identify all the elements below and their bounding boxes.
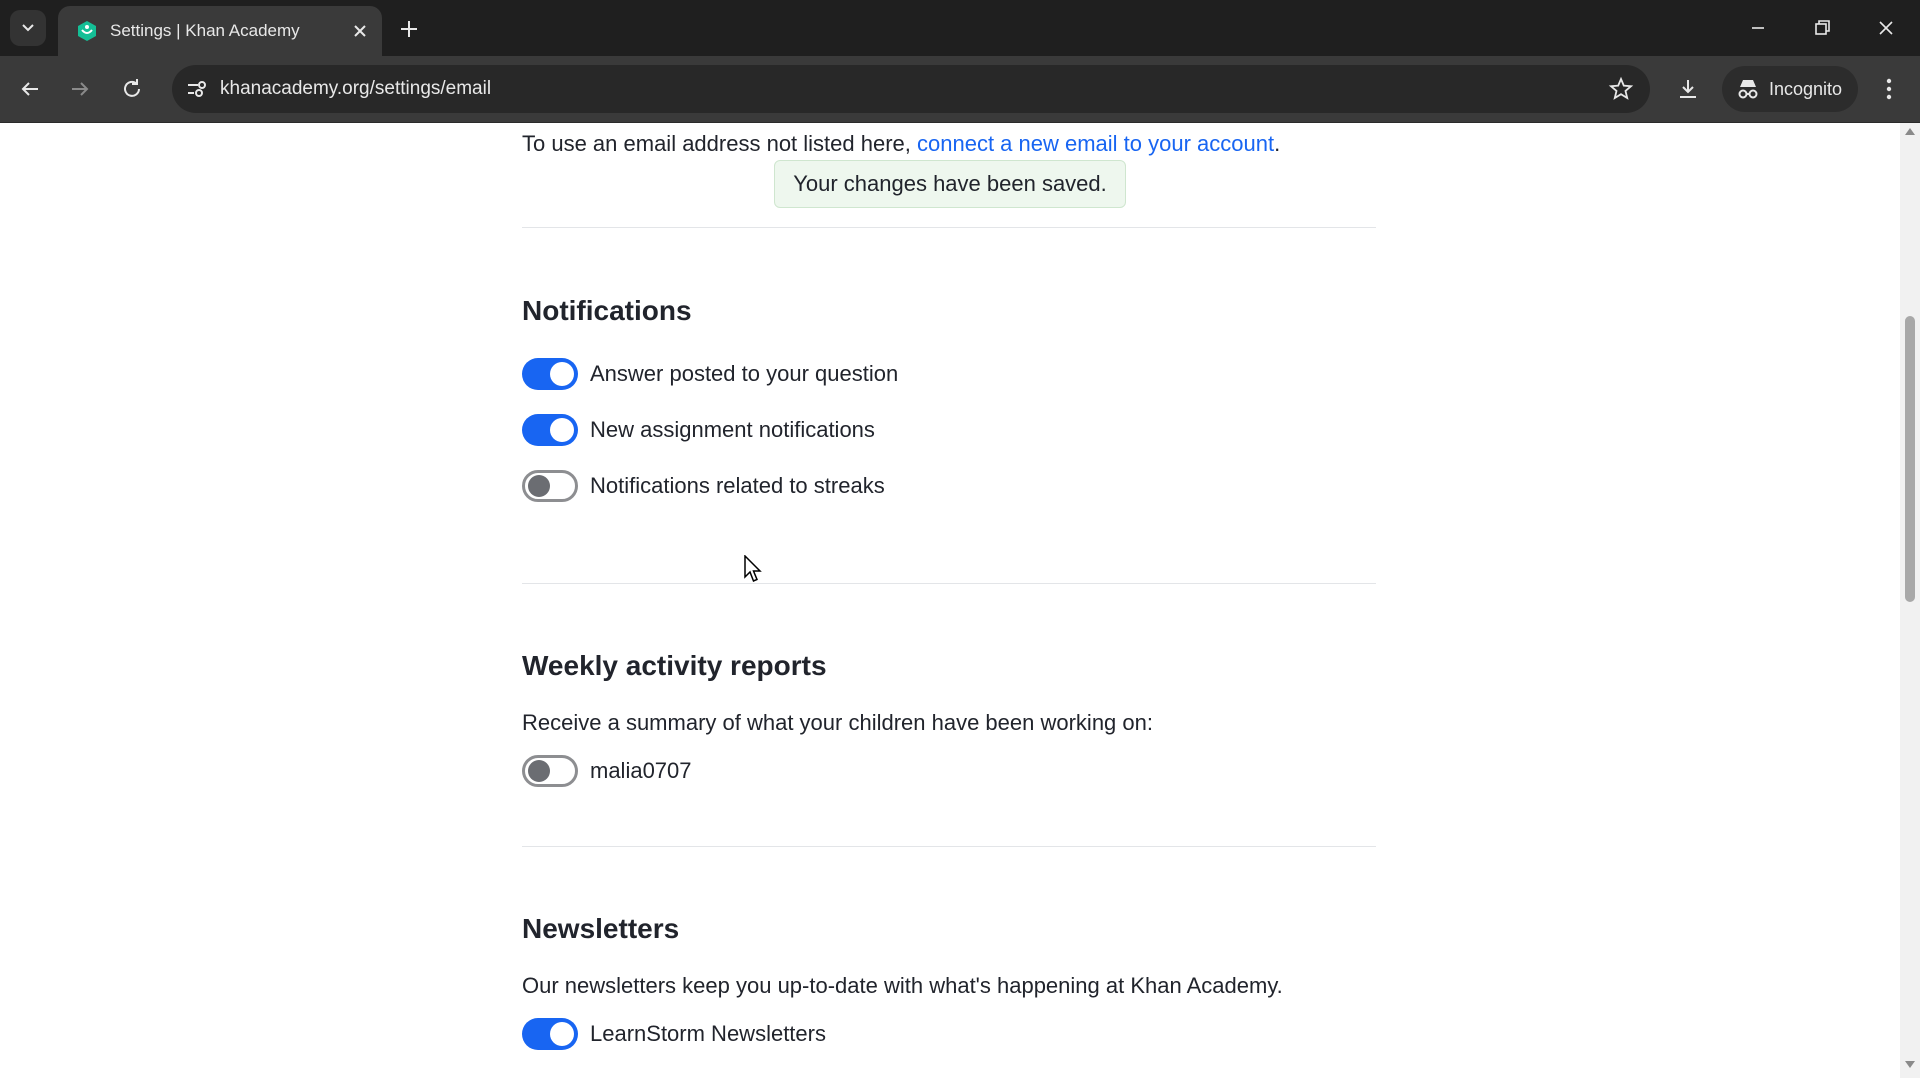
answer-posted-toggle[interactable] bbox=[522, 358, 578, 390]
browser-tab-bar: Settings | Khan Academy bbox=[0, 0, 1920, 56]
toggle-knob bbox=[528, 475, 550, 497]
scroll-up-arrow-icon[interactable] bbox=[1905, 127, 1915, 135]
site-info-icon[interactable] bbox=[182, 75, 210, 103]
email-note-prefix: To use an email address not listed here, bbox=[522, 131, 918, 156]
toggle-knob bbox=[550, 1022, 574, 1046]
reload-icon[interactable] bbox=[118, 75, 146, 103]
close-icon[interactable] bbox=[350, 21, 370, 41]
page-content: To use an email address not listed here,… bbox=[0, 123, 1900, 1078]
restore-icon[interactable] bbox=[1808, 14, 1836, 42]
back-arrow-icon[interactable] bbox=[16, 75, 44, 103]
plus-icon[interactable] bbox=[396, 16, 422, 42]
connect-email-link[interactable]: connect a new email to your account bbox=[917, 131, 1274, 156]
incognito-indicator[interactable]: Incognito bbox=[1722, 66, 1858, 112]
browser-toolbar: khanacademy.org/settings/email Incognito bbox=[0, 56, 1920, 123]
weekly-reports-description: Receive a summary of what your children … bbox=[522, 710, 1153, 735]
address-bar[interactable]: khanacademy.org/settings/email bbox=[172, 65, 1650, 113]
tab-search-button[interactable] bbox=[10, 10, 46, 46]
url-text: khanacademy.org/settings/email bbox=[220, 78, 492, 99]
forward-arrow-icon[interactable] bbox=[66, 75, 94, 103]
download-icon[interactable] bbox=[1674, 75, 1702, 103]
notification-row-answer: Answer posted to your question bbox=[522, 355, 898, 393]
toggle-knob bbox=[528, 760, 550, 782]
email-note: To use an email address not listed here,… bbox=[522, 131, 1280, 157]
browser-tab[interactable]: Settings | Khan Academy bbox=[58, 6, 382, 56]
more-vertical-icon[interactable] bbox=[1876, 75, 1902, 103]
minimize-icon[interactable] bbox=[1744, 14, 1772, 42]
streaks-label: Notifications related to streaks bbox=[590, 473, 885, 498]
notification-row-assignment: New assignment notifications bbox=[522, 411, 875, 449]
incognito-icon bbox=[1738, 80, 1758, 99]
scrollbar-thumb[interactable] bbox=[1905, 316, 1915, 602]
child-username-label: malia0707 bbox=[590, 758, 692, 783]
newsletter-row: LearnStorm Newsletters bbox=[522, 1015, 826, 1053]
learnstorm-label: LearnStorm Newsletters bbox=[590, 1021, 826, 1046]
new-assignment-label: New assignment notifications bbox=[590, 417, 875, 442]
child-report-toggle[interactable] bbox=[522, 755, 578, 787]
toggle-knob bbox=[550, 418, 574, 442]
newsletters-description: Our newsletters keep you up-to-date with… bbox=[522, 973, 1283, 998]
mouse-cursor-icon bbox=[744, 555, 762, 582]
weekly-report-row: malia0707 bbox=[522, 752, 692, 790]
email-note-suffix: . bbox=[1274, 131, 1281, 156]
saved-toast: Your changes have been saved. bbox=[774, 160, 1126, 208]
page-scrollbar[interactable] bbox=[1900, 123, 1920, 1078]
notification-row-streaks: Notifications related to streaks bbox=[522, 467, 885, 505]
tab-title: Settings | Khan Academy bbox=[110, 21, 300, 40]
notifications-title: Notifications bbox=[522, 295, 692, 326]
incognito-label: Incognito bbox=[1769, 79, 1843, 99]
divider bbox=[522, 846, 1376, 847]
bookmark-star-icon[interactable] bbox=[1608, 76, 1634, 102]
newsletters-title: Newsletters bbox=[522, 913, 680, 944]
divider bbox=[522, 583, 1376, 584]
answer-posted-label: Answer posted to your question bbox=[590, 361, 899, 386]
scroll-down-arrow-icon[interactable] bbox=[1905, 1061, 1915, 1069]
streaks-toggle[interactable] bbox=[522, 470, 578, 502]
khan-academy-favicon-icon bbox=[78, 21, 96, 41]
divider bbox=[522, 227, 1376, 228]
learnstorm-toggle[interactable] bbox=[522, 1018, 578, 1050]
toggle-knob bbox=[550, 362, 574, 386]
new-assignment-toggle[interactable] bbox=[522, 414, 578, 446]
weekly-reports-title: Weekly activity reports bbox=[522, 650, 827, 681]
window-close-icon[interactable] bbox=[1872, 14, 1900, 42]
chevron-down-icon bbox=[22, 24, 34, 32]
